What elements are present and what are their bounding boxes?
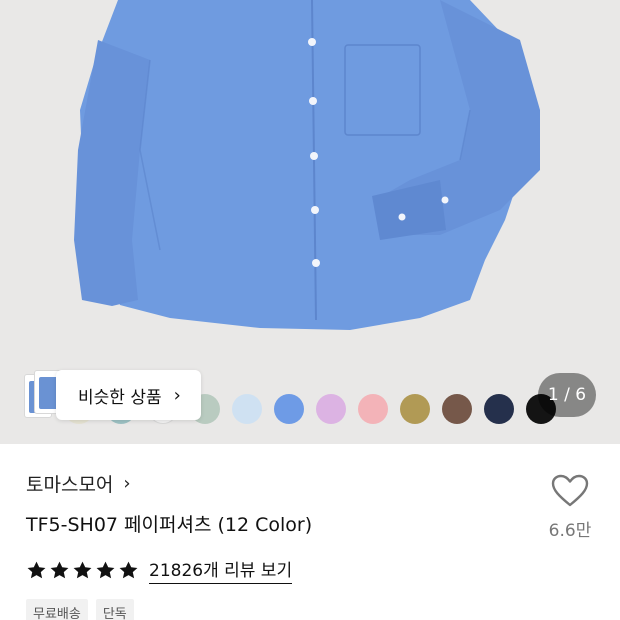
product-title: TF5-SH07 페이퍼셔츠 (12 Color) [26, 514, 313, 536]
brand-name: 토마스모어 [26, 474, 114, 496]
similar-products-label: 비슷한 상품 [78, 387, 162, 408]
color-swatch[interactable] [316, 394, 346, 424]
product-image-area[interactable]: 비슷한 상품 › 1 / 6 [0, 0, 620, 444]
star-icon [96, 561, 115, 578]
badge-row: 무료배송 단독 [26, 599, 134, 620]
review-link[interactable]: 21826개 리뷰 보기 [149, 556, 293, 584]
exclusive-badge: 단독 [95, 599, 134, 620]
color-swatch[interactable] [442, 394, 472, 424]
chevron-right-icon: › [173, 384, 181, 406]
star-icon [50, 561, 69, 578]
chevron-right-icon: › [123, 473, 131, 494]
color-swatch[interactable] [274, 394, 304, 424]
color-swatch[interactable] [232, 394, 262, 424]
free-shipping-badge: 무료배송 [26, 599, 88, 620]
color-swatch[interactable] [400, 394, 430, 424]
star-rating [26, 560, 139, 581]
similar-products-button[interactable]: 비슷한 상품 › [56, 370, 201, 420]
rating-row: 21826개 리뷰 보기 [26, 556, 293, 584]
star-icon [73, 561, 92, 578]
star-icon [27, 561, 46, 578]
star-icon [119, 561, 138, 578]
pager-text: 1 / 6 [547, 385, 587, 405]
like-count: 6.6만 [548, 521, 592, 541]
brand-link[interactable]: 토마스모어 › [26, 470, 131, 497]
color-swatch[interactable] [358, 394, 388, 424]
like-button[interactable]: 6.6만 [542, 474, 598, 541]
color-swatch[interactable] [484, 394, 514, 424]
heart-outline-icon [551, 474, 589, 507]
product-info: 토마스모어 › TF5-SH07 페이퍼셔츠 (12 Color) 6.6만 2… [0, 444, 620, 620]
image-pager-indicator: 1 / 6 [538, 373, 596, 417]
